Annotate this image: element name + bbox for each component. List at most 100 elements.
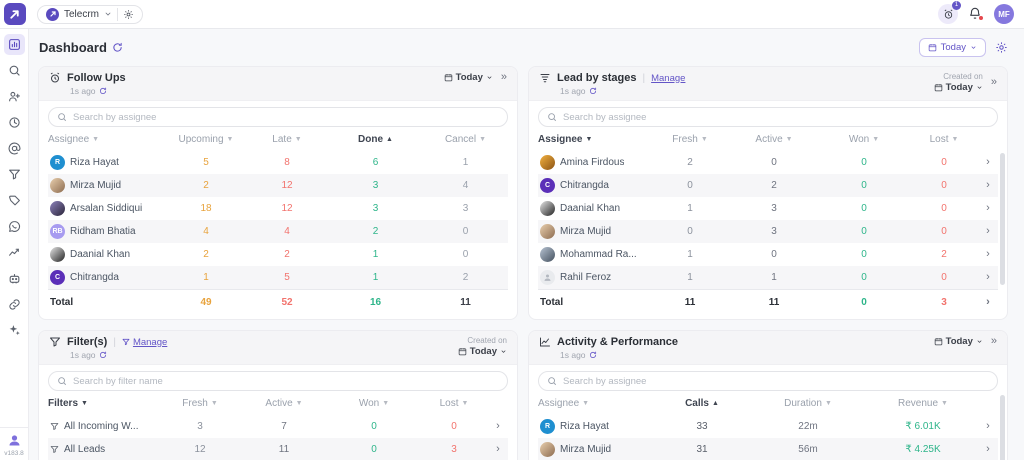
table-row[interactable]: RRiza Hayat3322m₹ 6.01K› bbox=[538, 415, 998, 438]
row-value: 5 bbox=[246, 272, 328, 283]
column-header-upcoming[interactable]: Upcoming▼ bbox=[166, 134, 246, 145]
search-input[interactable] bbox=[73, 376, 499, 387]
scrollbar-thumb[interactable] bbox=[1000, 395, 1005, 460]
table-row[interactable]: CChitrangda1512 bbox=[48, 266, 508, 289]
column-header-won[interactable]: Won▼ bbox=[328, 398, 420, 409]
sidebar-item-at-sign[interactable] bbox=[4, 138, 25, 159]
global-date-filter[interactable]: Today bbox=[919, 38, 986, 57]
manage-link[interactable]: Manage bbox=[122, 337, 167, 348]
row-chevron-icon[interactable]: › bbox=[978, 421, 998, 432]
column-header-lost[interactable]: Lost▼ bbox=[910, 134, 978, 145]
alarm-clock-icon bbox=[943, 9, 954, 20]
table-row[interactable]: RRiza Hayat5861 bbox=[48, 151, 508, 174]
search-input[interactable] bbox=[73, 112, 499, 123]
row-chevron-icon[interactable]: › bbox=[488, 444, 508, 455]
column-header-won[interactable]: Won▼ bbox=[818, 134, 910, 145]
table-row[interactable]: All Leads121103› bbox=[48, 438, 508, 460]
column-header-revenue[interactable]: Revenue▼ bbox=[868, 398, 978, 409]
panel-date-filter[interactable]: Today bbox=[934, 82, 983, 93]
column-header-cancel[interactable]: Cancel▼ bbox=[423, 134, 508, 145]
table-row[interactable]: Daanial Khan2210 bbox=[48, 243, 508, 266]
column-header-assignee[interactable]: Assignee▼ bbox=[538, 134, 650, 145]
sidebar-item-sparkles[interactable] bbox=[4, 320, 25, 341]
row-value: 2 bbox=[166, 180, 246, 191]
sidebar-item-search[interactable] bbox=[4, 60, 25, 81]
table-row[interactable]: RBRidham Bhatia4420 bbox=[48, 220, 508, 243]
scrollbar-thumb[interactable] bbox=[1000, 153, 1005, 285]
row-chevron-icon[interactable]: › bbox=[978, 157, 998, 168]
sidebar-item-clock[interactable] bbox=[4, 112, 25, 133]
app-logo[interactable] bbox=[0, 0, 29, 29]
user-avatar[interactable]: MF bbox=[994, 4, 1014, 24]
table-row[interactable]: Amina Firdous2000› bbox=[538, 151, 998, 174]
column-header-duration[interactable]: Duration▼ bbox=[748, 398, 868, 409]
column-header-active[interactable]: Active▼ bbox=[240, 398, 328, 409]
refresh-icon[interactable] bbox=[112, 42, 123, 53]
refresh-icon[interactable] bbox=[99, 87, 107, 95]
table-row[interactable]: Daanial Khan1300› bbox=[538, 197, 998, 220]
profile-avatar-icon[interactable] bbox=[7, 433, 22, 448]
sidebar-item-bot[interactable] bbox=[4, 268, 25, 289]
column-header-fresh[interactable]: Fresh▼ bbox=[160, 398, 240, 409]
refresh-icon[interactable] bbox=[589, 351, 597, 359]
table-row[interactable]: All Incoming W...3700› bbox=[48, 415, 508, 438]
panel-title: Filter(s) bbox=[67, 336, 107, 348]
search-input[interactable] bbox=[563, 112, 989, 123]
row-chevron-icon[interactable]: › bbox=[978, 297, 998, 308]
column-header-fresh[interactable]: Fresh▼ bbox=[650, 134, 730, 145]
table-row[interactable]: Mirza Mujid3156m₹ 4.25K› bbox=[538, 438, 998, 460]
search-input[interactable] bbox=[563, 376, 989, 387]
table-row[interactable]: CChitrangda0200› bbox=[538, 174, 998, 197]
column-header-assignee[interactable]: Assignee▼ bbox=[538, 398, 656, 409]
panel-date-filter[interactable]: Today bbox=[444, 72, 493, 83]
row-chevron-icon[interactable]: › bbox=[488, 421, 508, 432]
column-header-lost[interactable]: Lost▼ bbox=[420, 398, 488, 409]
notifications-button[interactable] bbox=[968, 6, 984, 22]
dashboard-settings-icon[interactable] bbox=[995, 41, 1008, 54]
table-row[interactable]: Mohammad Ra...1002› bbox=[538, 243, 998, 266]
table-row[interactable]: Mirza Mujid21234 bbox=[48, 174, 508, 197]
column-header-active[interactable]: Active▼ bbox=[730, 134, 818, 145]
row-name-cell: Rahil Feroz bbox=[538, 270, 650, 285]
sidebar-item-user-plus[interactable] bbox=[4, 86, 25, 107]
row-chevron-icon[interactable]: › bbox=[978, 249, 998, 260]
table-header-row: Filters▼Fresh▼Active▼Won▼Lost▼ bbox=[48, 391, 508, 415]
manage-link[interactable]: Manage bbox=[651, 73, 685, 84]
column-header-late[interactable]: Late▼ bbox=[246, 134, 328, 145]
sidebar-item-tag[interactable] bbox=[4, 190, 25, 211]
row-chevron-icon[interactable]: › bbox=[978, 180, 998, 191]
panel-date-filter[interactable]: Today bbox=[934, 336, 983, 347]
total-label: Total bbox=[538, 297, 650, 308]
column-header-calls[interactable]: Calls▲ bbox=[656, 398, 748, 409]
table-row[interactable]: Rahil Feroz1100› bbox=[538, 266, 998, 289]
workspace-settings-icon[interactable] bbox=[123, 9, 134, 20]
row-name-cell: RRiza Hayat bbox=[48, 155, 166, 170]
sidebar-item-funnel[interactable] bbox=[4, 164, 25, 185]
sidebar-item-trend[interactable] bbox=[4, 242, 25, 263]
row-chevron-icon[interactable]: › bbox=[978, 444, 998, 455]
sidebar-item-link[interactable] bbox=[4, 294, 25, 315]
row-chevron-icon[interactable]: › bbox=[978, 226, 998, 237]
row-chevron-icon[interactable]: › bbox=[978, 203, 998, 214]
row-chevron-icon[interactable]: › bbox=[978, 272, 998, 283]
collapse-panel-icon[interactable]: » bbox=[991, 77, 997, 88]
column-header-done[interactable]: Done▲ bbox=[328, 134, 423, 145]
table-row[interactable]: Arsalan Siddiqui181233 bbox=[48, 197, 508, 220]
row-name-cell: All Incoming W... bbox=[48, 421, 160, 432]
refresh-icon[interactable] bbox=[99, 351, 107, 359]
collapse-panel-icon[interactable]: » bbox=[991, 336, 997, 347]
column-header-filters[interactable]: Filters▼ bbox=[48, 398, 160, 409]
sidebar-item-whatsapp[interactable] bbox=[4, 216, 25, 237]
workspace-selector[interactable]: Telecrm bbox=[37, 5, 143, 24]
refresh-icon[interactable] bbox=[589, 87, 597, 95]
row-value: 0 bbox=[730, 249, 818, 260]
sidebar-item-dashboard[interactable] bbox=[4, 34, 25, 55]
reminders-button[interactable]: 1 bbox=[938, 4, 958, 24]
row-name: Riza Hayat bbox=[70, 157, 119, 168]
panel-date-filter[interactable]: Today bbox=[458, 346, 507, 357]
column-header-assignee[interactable]: Assignee▼ bbox=[48, 134, 166, 145]
table-row[interactable]: Mirza Mujid0300› bbox=[538, 220, 998, 243]
row-value: 2 bbox=[166, 249, 246, 260]
row-value: 0 bbox=[910, 272, 978, 283]
collapse-panel-icon[interactable]: » bbox=[501, 72, 507, 83]
